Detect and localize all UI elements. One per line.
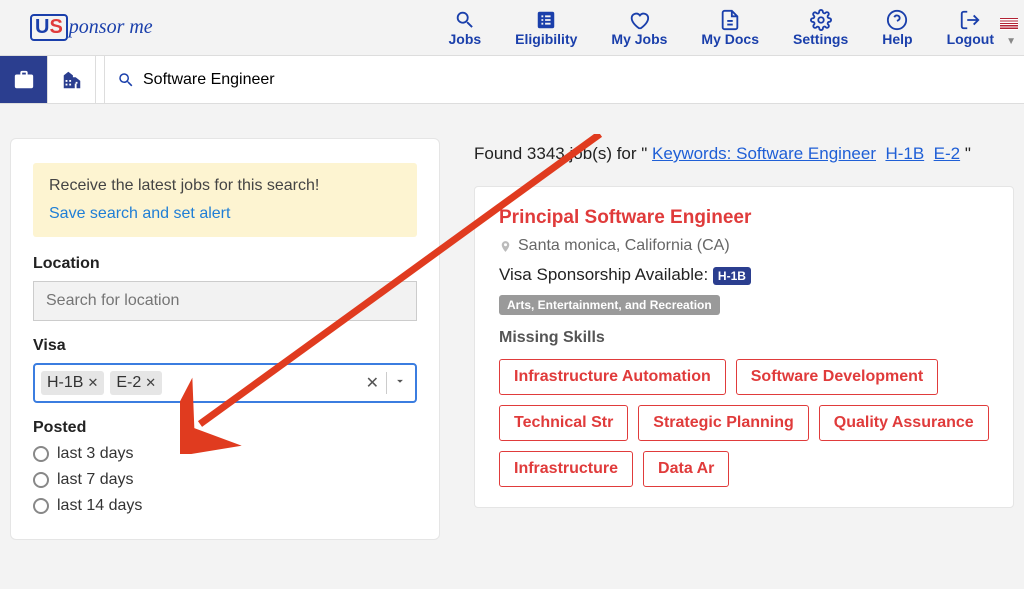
nav-jobs-label: Jobs: [448, 31, 481, 47]
chevron-down-icon[interactable]: [393, 374, 407, 393]
job-title: Principal Software Engineer: [499, 207, 989, 229]
job-location: Santa monica, California (CA): [499, 237, 989, 255]
nav-mydocs[interactable]: My Docs: [701, 9, 759, 47]
logo-s: S: [49, 16, 62, 38]
results-link-e2[interactable]: E-2: [934, 144, 960, 163]
buildings-icon: [61, 69, 83, 91]
divider: [386, 372, 387, 394]
results-link-h1b[interactable]: H-1B: [885, 144, 924, 163]
close-icon[interactable]: ✕: [87, 375, 98, 391]
skill-chip[interactable]: Software Development: [736, 359, 938, 395]
skill-chip[interactable]: Infrastructure: [499, 451, 633, 487]
filter-panel: Receive the latest jobs for this search!…: [10, 138, 440, 540]
sponsor-line: Visa Sponsorship Available: H-1B: [499, 265, 989, 285]
skill-chip[interactable]: Infrastructure Automation: [499, 359, 726, 395]
radio-icon: [33, 498, 49, 514]
close-icon[interactable]: ✕: [145, 375, 156, 391]
visa-chip-h1b: H-1B✕: [41, 371, 104, 395]
nav-mydocs-label: My Docs: [701, 31, 759, 47]
flag-icon[interactable]: [1000, 18, 1018, 30]
search-row: [0, 56, 1024, 104]
results-summary-suffix: ": [965, 144, 971, 163]
posted-opt-3days[interactable]: last 3 days: [33, 445, 417, 463]
mode-tabs: [0, 56, 96, 103]
id-card-icon: [535, 9, 557, 31]
skill-chip[interactable]: Strategic Planning: [638, 405, 808, 441]
posted-opt-14days[interactable]: last 14 days: [33, 497, 417, 515]
radio-icon: [33, 446, 49, 462]
nav-help[interactable]: Help: [882, 9, 912, 47]
location-input[interactable]: [33, 281, 417, 321]
document-icon: [719, 9, 741, 31]
nav-myjobs[interactable]: My Jobs: [611, 9, 667, 47]
job-location-text: Santa monica, California (CA): [518, 237, 730, 255]
visa-chip-e2: E-2✕: [110, 371, 162, 395]
search-input[interactable]: [143, 71, 1012, 89]
posted-opt-label: last 7 days: [57, 471, 133, 489]
visa-select[interactable]: H-1B✕ E-2✕ ✕: [33, 363, 417, 403]
visa-badge: H-1B: [713, 267, 751, 285]
results-column: Found 3343 job(s) for " Keywords: Softwa…: [474, 138, 1024, 540]
nav-jobs[interactable]: Jobs: [448, 9, 481, 47]
posted-opt-7days[interactable]: last 7 days: [33, 471, 417, 489]
visa-clear-all[interactable]: ✕: [366, 373, 379, 393]
briefcase-icon: [13, 69, 35, 91]
nav-settings[interactable]: Settings: [793, 9, 848, 47]
gear-icon: [810, 9, 832, 31]
mode-tab-companies[interactable]: [48, 56, 96, 103]
logo[interactable]: USponsor me: [30, 14, 153, 41]
skill-chip[interactable]: Data Ar: [643, 451, 729, 487]
sector-badge: Arts, Entertainment, and Recreation: [499, 295, 720, 315]
sponsor-label: Visa Sponsorship Available:: [499, 265, 708, 284]
logo-text: ponsor me: [69, 16, 153, 39]
alert-box: Receive the latest jobs for this search!…: [33, 163, 417, 237]
posted-opt-label: last 3 days: [57, 445, 133, 463]
results-summary-prefix: Found 3343 job(s) for ": [474, 144, 652, 163]
skills-list: Infrastructure Automation Software Devel…: [499, 359, 989, 487]
missing-skills-label: Missing Skills: [499, 329, 989, 347]
posted-options: last 3 days last 7 days last 14 days: [33, 445, 417, 515]
skill-chip[interactable]: Quality Assurance: [819, 405, 989, 441]
results-link-keywords[interactable]: Keywords: Software Engineer: [652, 144, 876, 163]
nav-myjobs-label: My Jobs: [611, 31, 667, 47]
nav-logout-label: Logout: [947, 31, 994, 47]
visa-chip-label: H-1B: [47, 374, 83, 392]
logout-icon: [959, 9, 981, 31]
nav-settings-label: Settings: [793, 31, 848, 47]
flag-dropdown-caret[interactable]: ▼: [1006, 36, 1016, 47]
nav-eligibility-label: Eligibility: [515, 31, 577, 47]
save-search-link[interactable]: Save search and set alert: [49, 205, 401, 223]
skill-chip[interactable]: Technical Str: [499, 405, 628, 441]
visa-label: Visa: [33, 337, 417, 355]
posted-opt-label: last 14 days: [57, 497, 142, 515]
pin-icon: [499, 240, 512, 253]
heart-icon: [628, 9, 650, 31]
results-summary: Found 3343 job(s) for " Keywords: Softwa…: [474, 144, 1024, 164]
radio-icon: [33, 472, 49, 488]
mode-tab-jobs[interactable]: [0, 56, 48, 103]
alert-title: Receive the latest jobs for this search!: [49, 177, 401, 195]
search-icon: [454, 9, 476, 31]
nav-menu: Jobs Eligibility My Jobs My Docs Setting…: [448, 9, 994, 47]
location-label: Location: [33, 255, 417, 273]
posted-label: Posted: [33, 419, 417, 437]
help-icon: [886, 9, 908, 31]
logo-u: U: [35, 16, 49, 38]
nav-eligibility[interactable]: Eligibility: [515, 9, 577, 47]
top-nav: USponsor me Jobs Eligibility My Jobs My …: [0, 0, 1024, 56]
nav-logout[interactable]: Logout: [947, 9, 994, 47]
nav-help-label: Help: [882, 31, 912, 47]
job-card[interactable]: Principal Software Engineer Santa monica…: [474, 186, 1014, 508]
visa-chip-label: E-2: [116, 374, 141, 392]
search-box[interactable]: [104, 56, 1024, 103]
search-icon: [117, 71, 135, 89]
